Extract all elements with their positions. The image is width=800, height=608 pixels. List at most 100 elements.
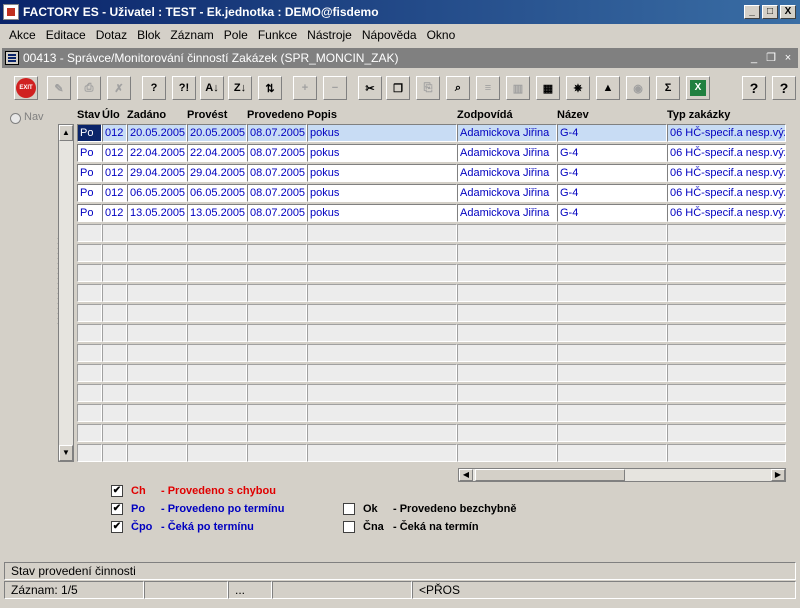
- table-cell[interactable]: [307, 444, 457, 462]
- table-cell[interactable]: [307, 404, 457, 422]
- table-cell[interactable]: [127, 344, 187, 362]
- empty-row[interactable]: [77, 224, 786, 244]
- table-cell[interactable]: G-4: [557, 184, 667, 202]
- table-cell[interactable]: [457, 304, 557, 322]
- empty-row[interactable]: [77, 264, 786, 284]
- menu-item-4[interactable]: Záznam: [165, 28, 218, 42]
- table-cell[interactable]: [247, 284, 307, 302]
- legend-checkbox[interactable]: [343, 521, 355, 533]
- insert-record-button[interactable]: +: [293, 76, 317, 100]
- table-cell[interactable]: [187, 264, 247, 282]
- table-cell[interactable]: [102, 264, 127, 282]
- empty-row[interactable]: [77, 384, 786, 404]
- column-header[interactable]: Název: [557, 109, 589, 121]
- table-cell[interactable]: [77, 344, 102, 362]
- indent-button[interactable]: ≡: [476, 76, 500, 100]
- table-cell[interactable]: 012: [102, 184, 127, 202]
- table-cell[interactable]: [667, 404, 786, 422]
- table-cell[interactable]: [667, 364, 786, 382]
- sum-button[interactable]: Σ: [656, 76, 680, 100]
- table-cell[interactable]: [102, 244, 127, 262]
- table-cell[interactable]: [667, 324, 786, 342]
- cut-button[interactable]: ✂: [358, 76, 382, 100]
- table-cell[interactable]: [77, 224, 102, 242]
- table-cell[interactable]: [457, 324, 557, 342]
- table-cell[interactable]: [127, 404, 187, 422]
- table-cell[interactable]: 20.05.2005: [127, 124, 187, 142]
- table-cell[interactable]: Po: [77, 184, 102, 202]
- column-header[interactable]: Stav: [77, 109, 100, 121]
- column-header[interactable]: Zadáno: [127, 109, 166, 121]
- table-cell[interactable]: [247, 264, 307, 282]
- empty-row[interactable]: [77, 304, 786, 324]
- table-cell[interactable]: [457, 244, 557, 262]
- table-cell[interactable]: [307, 244, 457, 262]
- table-cell[interactable]: [127, 324, 187, 342]
- table-cell[interactable]: [557, 264, 667, 282]
- table-cell[interactable]: [667, 264, 786, 282]
- table-cell[interactable]: [127, 244, 187, 262]
- table-cell[interactable]: Adamickova Jiřina: [457, 204, 557, 222]
- table-cell[interactable]: [187, 444, 247, 462]
- query-enter-button[interactable]: ?: [142, 76, 166, 100]
- legend-checkbox[interactable]: ✔: [111, 503, 123, 515]
- save-button[interactable]: ✎: [47, 76, 71, 100]
- exit-button[interactable]: EXIT: [14, 76, 38, 100]
- table-cell[interactable]: [457, 384, 557, 402]
- table-cell[interactable]: [667, 444, 786, 462]
- table-cell[interactable]: [102, 384, 127, 402]
- table-cell[interactable]: [457, 284, 557, 302]
- table-cell[interactable]: [557, 384, 667, 402]
- table-cell[interactable]: [247, 444, 307, 462]
- empty-row[interactable]: [77, 444, 786, 464]
- table-cell[interactable]: 08.07.2005: [247, 204, 307, 222]
- table-cell[interactable]: 08.07.2005: [247, 184, 307, 202]
- table-cell[interactable]: Po: [77, 204, 102, 222]
- table-cell[interactable]: 06 HČ-specif.a nesp.výz: [667, 144, 786, 162]
- table-cell[interactable]: [557, 304, 667, 322]
- table-row[interactable]: Po 012 22.04.2005 22.04.2005 08.07.2005 pokus…: [77, 144, 786, 164]
- empty-row[interactable]: [77, 284, 786, 304]
- table-cell[interactable]: 08.07.2005: [247, 124, 307, 142]
- table-cell[interactable]: [457, 224, 557, 242]
- table-cell[interactable]: Po: [77, 164, 102, 182]
- table-cell[interactable]: [557, 444, 667, 462]
- table-cell[interactable]: pokus: [307, 164, 457, 182]
- table-cell[interactable]: [307, 384, 457, 402]
- legend-checkbox[interactable]: ✔: [111, 485, 123, 497]
- table-cell[interactable]: Po: [77, 124, 102, 142]
- table-cell[interactable]: [187, 384, 247, 402]
- column-header[interactable]: Provedeno: [247, 109, 304, 121]
- close-form-icon[interactable]: ×: [781, 51, 795, 65]
- maximize-button[interactable]: □: [762, 5, 778, 19]
- table-cell[interactable]: [667, 244, 786, 262]
- vertical-scrollbar[interactable]: ▲ ▼: [58, 124, 74, 462]
- table-cell[interactable]: G-4: [557, 204, 667, 222]
- table-cell[interactable]: [247, 324, 307, 342]
- table-cell[interactable]: [187, 224, 247, 242]
- table-cell[interactable]: [77, 284, 102, 302]
- menu-item-0[interactable]: Akce: [4, 28, 41, 42]
- empty-row[interactable]: [77, 404, 786, 424]
- table-cell[interactable]: [102, 304, 127, 322]
- table-cell[interactable]: [187, 424, 247, 442]
- table-cell[interactable]: [102, 284, 127, 302]
- table-cell[interactable]: [557, 284, 667, 302]
- paste-button[interactable]: ⎘: [416, 76, 440, 100]
- table-cell[interactable]: 012: [102, 144, 127, 162]
- menu-item-2[interactable]: Dotaz: [91, 28, 132, 42]
- scroll-up-icon[interactable]: ▲: [59, 125, 73, 141]
- table-cell[interactable]: [557, 224, 667, 242]
- columns-button[interactable]: ▥: [506, 76, 530, 100]
- table-cell[interactable]: 13.05.2005: [187, 204, 247, 222]
- find-button[interactable]: ⌕: [446, 76, 470, 100]
- table-cell[interactable]: [187, 324, 247, 342]
- table-cell[interactable]: pokus: [307, 144, 457, 162]
- table-cell[interactable]: [127, 304, 187, 322]
- table-cell[interactable]: [247, 404, 307, 422]
- table-cell[interactable]: [247, 384, 307, 402]
- table-cell[interactable]: 06.05.2005: [187, 184, 247, 202]
- table-cell[interactable]: [247, 224, 307, 242]
- table-cell[interactable]: [457, 424, 557, 442]
- table-cell[interactable]: [307, 364, 457, 382]
